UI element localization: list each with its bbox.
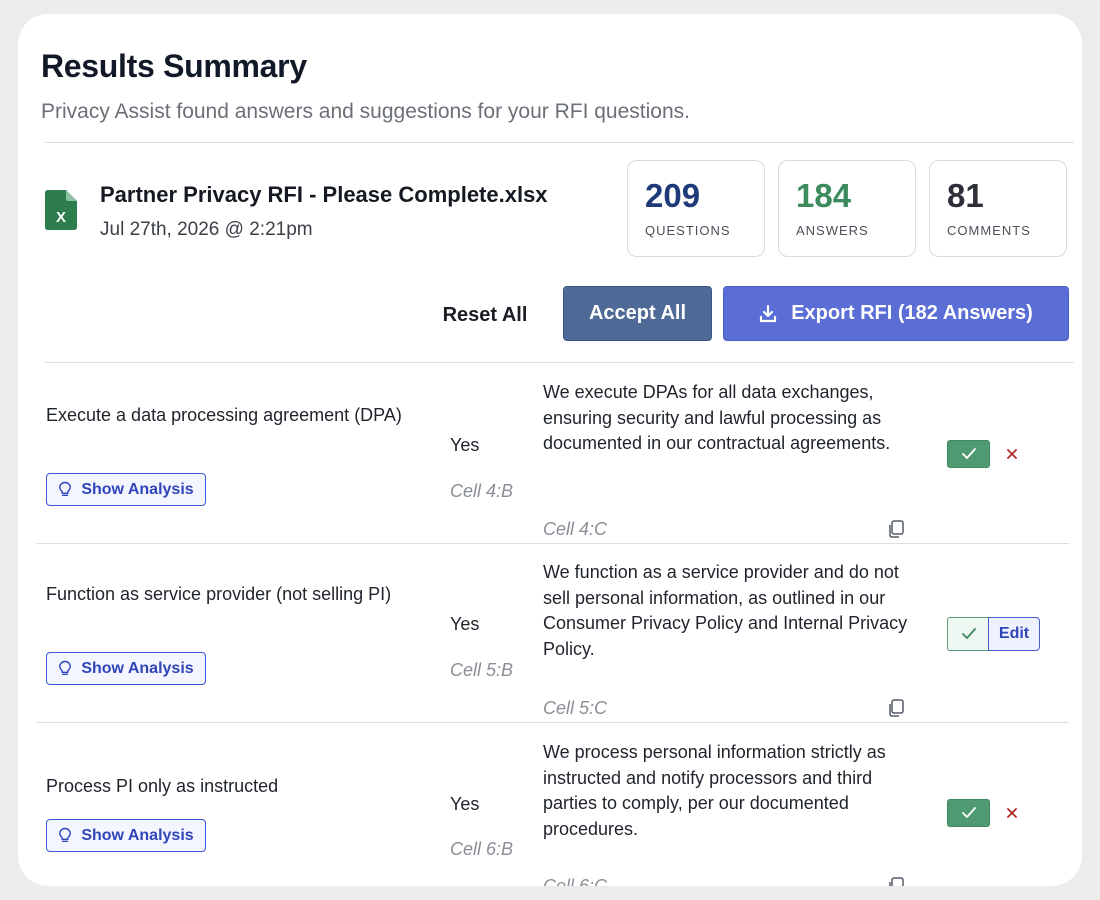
stat-comments: 81 COMMENTS <box>929 160 1067 257</box>
spreadsheet-file-icon: X <box>45 190 77 230</box>
show-analysis-label: Show Analysis <box>81 480 194 498</box>
stat-answers-value: 184 <box>796 177 852 214</box>
table-row: Execute a data processing agreement (DPA… <box>18 363 1082 542</box>
accept-answer-button[interactable] <box>947 617 990 651</box>
show-analysis-label: Show Analysis <box>81 659 194 677</box>
reject-answer-button[interactable] <box>1001 799 1023 827</box>
accept-answer-button[interactable] <box>947 440 990 468</box>
reject-answer-button[interactable] <box>1001 440 1023 468</box>
table-row: Function as service provider (not sellin… <box>18 543 1082 722</box>
stat-questions: 209 QUESTIONS <box>627 160 765 257</box>
close-icon <box>1007 449 1017 459</box>
stat-questions-label: QUESTIONS <box>645 223 731 238</box>
copy-icon[interactable] <box>886 519 906 539</box>
stat-comments-value: 81 <box>947 177 984 214</box>
reset-all-button[interactable]: Reset All <box>430 300 540 330</box>
accept-all-button[interactable]: Accept All <box>563 286 712 341</box>
export-rfi-label: Export RFI (182 Answers) <box>791 302 1033 324</box>
table-row: Process PI only as instructed Show Analy… <box>18 722 1082 886</box>
value-cell-ref: Cell 6:B <box>450 839 514 859</box>
lightbulb-icon <box>59 481 72 496</box>
close-icon <box>1007 808 1017 818</box>
answer-text: We execute DPAs for all data exchanges, … <box>543 382 891 453</box>
value-cell-ref: Cell 5:B <box>450 660 514 680</box>
show-analysis-label: Show Analysis <box>81 826 194 844</box>
file-date: Jul 27th, 2026 @ 2:21pm <box>100 219 313 240</box>
copy-icon[interactable] <box>886 876 906 886</box>
svg-text:X: X <box>56 209 66 226</box>
answer-cell-ref: Cell 4:C <box>543 519 608 539</box>
file-name: Partner Privacy RFI - Please Complete.xl… <box>100 182 548 207</box>
check-icon <box>961 448 976 459</box>
accept-answer-button[interactable] <box>947 799 990 827</box>
stat-comments-label: COMMENTS <box>947 223 1031 238</box>
lightbulb-icon <box>59 827 72 842</box>
answer-value: Yes <box>450 794 480 814</box>
question-text: Function as service provider (not sellin… <box>46 584 392 604</box>
lightbulb-icon <box>59 660 72 675</box>
stat-answers-label: ANSWERS <box>796 223 869 238</box>
stat-answers: 184 ANSWERS <box>778 160 916 257</box>
download-icon <box>760 304 777 322</box>
copy-icon[interactable] <box>886 698 906 718</box>
results-summary-card: Results Summary Privacy Assist found ans… <box>18 14 1082 886</box>
answer-value: Yes <box>450 435 480 455</box>
show-analysis-button[interactable]: Show Analysis <box>46 819 206 852</box>
stat-questions-value: 209 <box>645 177 701 214</box>
value-cell-ref: Cell 4:B <box>450 481 514 501</box>
edit-answer-button[interactable]: Edit <box>988 617 1040 651</box>
answer-value: Yes <box>450 614 480 634</box>
answer-cell-ref: Cell 5:C <box>543 698 608 718</box>
answer-text: We function as a service provider and do… <box>543 562 908 659</box>
header-divider <box>45 142 1074 143</box>
question-text: Process PI only as instructed <box>46 776 279 796</box>
show-analysis-button[interactable]: Show Analysis <box>46 652 206 685</box>
page-subtitle: Privacy Assist found answers and suggest… <box>41 100 690 123</box>
page-title: Results Summary <box>41 48 307 84</box>
check-icon <box>961 807 976 818</box>
answer-cell-ref: Cell 6:C <box>543 876 608 886</box>
show-analysis-button[interactable]: Show Analysis <box>46 473 206 506</box>
check-icon <box>962 628 976 639</box>
export-rfi-button[interactable]: Export RFI (182 Answers) <box>723 286 1069 341</box>
question-text: Execute a data processing agreement (DPA… <box>46 405 402 425</box>
answer-text: We process personal information strictly… <box>543 742 886 839</box>
